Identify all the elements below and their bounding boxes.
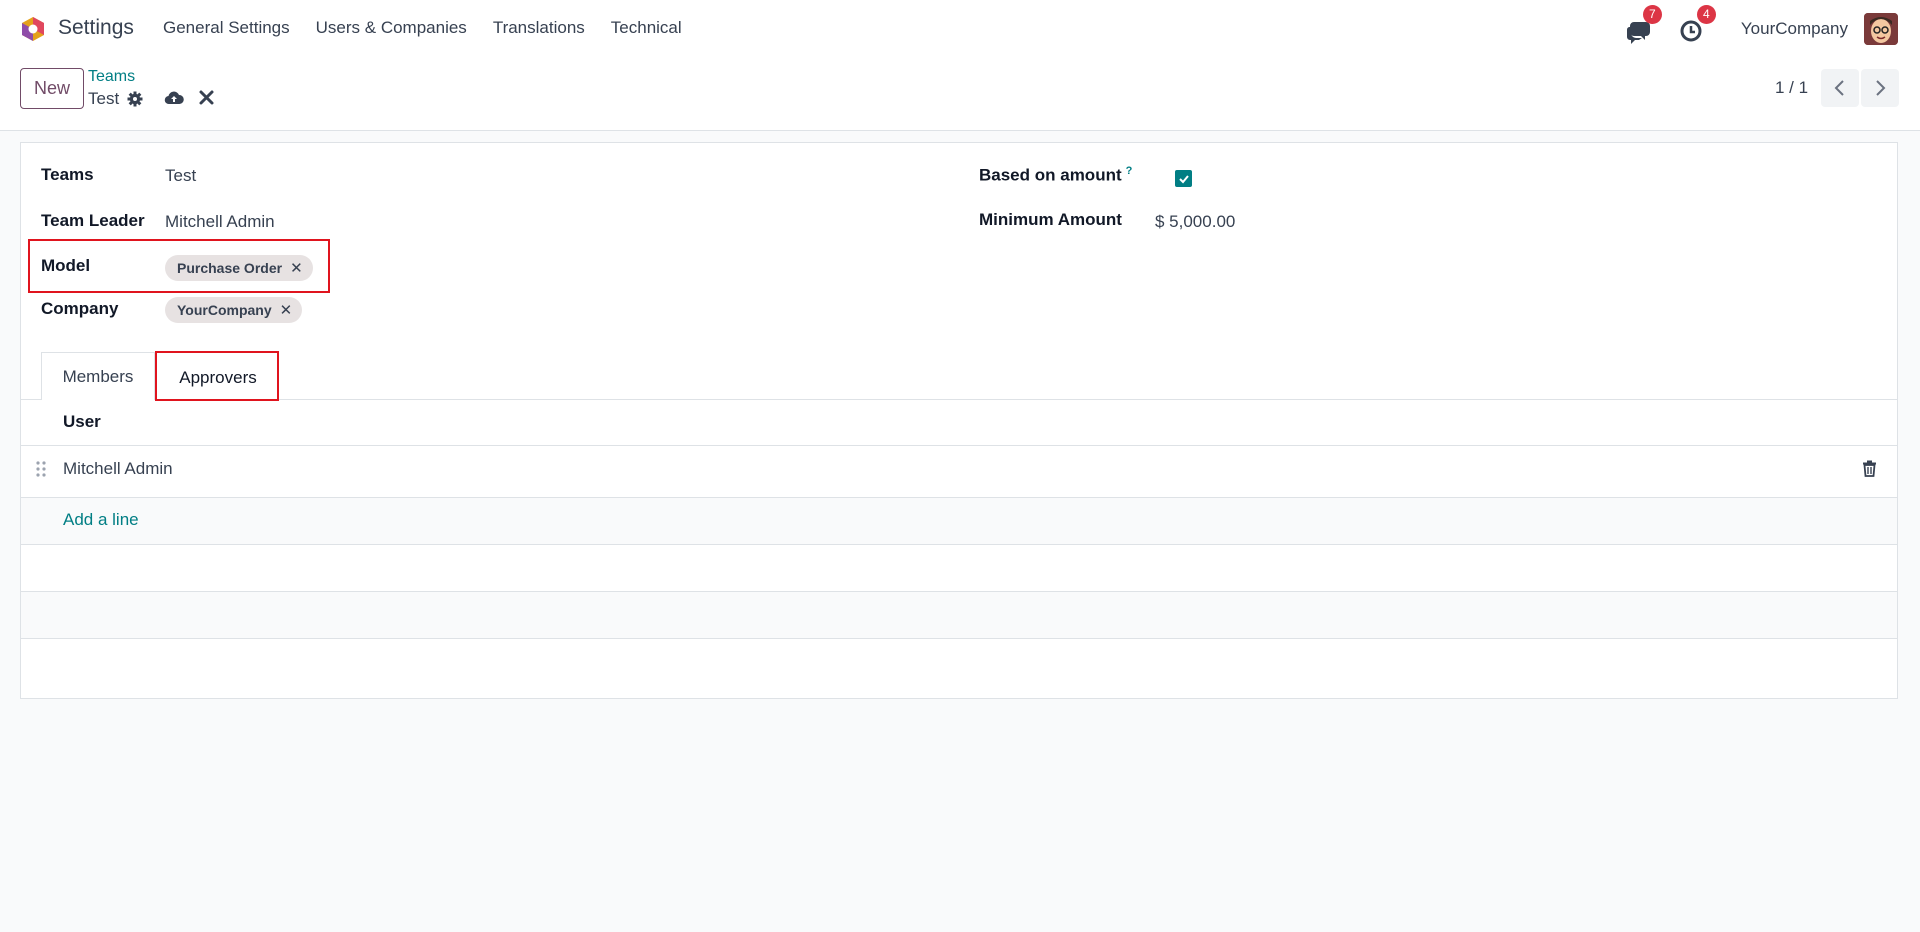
empty-row (21, 592, 1897, 638)
messages-button[interactable]: 7 (1625, 4, 1662, 44)
remove-company-tag-icon[interactable]: ✕ (280, 301, 293, 319)
company-tag-label: YourCompany (177, 302, 272, 318)
header-divider (21, 445, 1897, 446)
breadcrumb-current: Test (88, 89, 120, 108)
minimum-amount-label: Minimum Amount (979, 210, 1122, 229)
main-menu: General Settings Users & Companies Trans… (163, 18, 708, 38)
company-label: Company (41, 299, 119, 318)
teams-field[interactable]: Test (165, 166, 196, 186)
model-tag[interactable]: Purchase Order ✕ (165, 255, 313, 281)
tab-members[interactable]: Members (41, 352, 155, 400)
remove-model-tag-icon[interactable]: ✕ (290, 259, 303, 277)
empty-row (21, 545, 1897, 591)
team-leader-label: Team Leader (41, 211, 145, 230)
form-sheet: Teams Test Team Leader Mitchell Admin Mo… (20, 142, 1898, 699)
breadcrumb-teams[interactable]: Teams (88, 68, 135, 86)
column-header-user[interactable]: User (63, 412, 101, 432)
drag-handle-icon[interactable] (35, 460, 47, 478)
menu-translations[interactable]: Translations (493, 18, 585, 38)
gear-icon[interactable] (127, 91, 143, 107)
menu-general-settings[interactable]: General Settings (163, 18, 290, 38)
menu-users-companies[interactable]: Users & Companies (316, 18, 467, 38)
model-label: Model (41, 256, 91, 275)
cloud-upload-icon[interactable] (164, 88, 184, 108)
odoo-app-icon[interactable] (20, 16, 46, 42)
pager-previous-button[interactable] (1821, 69, 1859, 107)
row-divider (21, 638, 1897, 639)
based-on-amount-label: Based on amount? (979, 165, 1132, 186)
activities-button[interactable]: 4 (1679, 4, 1716, 42)
navbar-systray: 7 4 YourCompany (1625, 0, 1920, 57)
based-on-amount-checkbox[interactable] (1175, 170, 1192, 187)
minimum-amount-field[interactable]: $ 5,000.00 (1155, 212, 1235, 232)
menu-technical[interactable]: Technical (611, 18, 682, 38)
messages-badge: 7 (1642, 4, 1662, 24)
close-icon[interactable] (198, 89, 215, 106)
model-tag-label: Purchase Order (177, 260, 283, 276)
new-button[interactable]: New (20, 68, 84, 109)
chevron-right-icon (1876, 80, 1886, 96)
row-user-cell[interactable]: Mitchell Admin (63, 459, 173, 479)
avatar-image (1864, 12, 1898, 45)
activities-badge: 4 (1696, 4, 1716, 24)
company-switcher[interactable]: YourCompany (1741, 19, 1848, 39)
trash-icon[interactable] (1862, 460, 1877, 477)
team-leader-field[interactable]: Mitchell Admin (165, 212, 275, 232)
add-a-line-link[interactable]: Add a line (63, 510, 139, 530)
help-tooltip-icon[interactable]: ? (1126, 165, 1133, 177)
top-navbar: Settings General Settings Users & Compan… (0, 0, 1920, 57)
control-panel: New Teams Test 1 / 1 (0, 57, 1920, 131)
add-line-row (21, 498, 1897, 544)
pager-next-button[interactable] (1861, 69, 1899, 107)
teams-label: Teams (41, 165, 94, 184)
checkmark-icon (1178, 174, 1189, 183)
tab-bar-divider (21, 399, 1897, 400)
chevron-left-icon (1834, 80, 1844, 96)
based-on-amount-text: Based on amount (979, 165, 1122, 185)
pager-value[interactable]: 1 / 1 (1775, 78, 1808, 98)
tab-approvers[interactable]: Approvers (159, 355, 277, 400)
company-tag[interactable]: YourCompany ✕ (165, 297, 303, 323)
user-avatar[interactable] (1864, 12, 1898, 45)
app-title[interactable]: Settings (58, 16, 134, 40)
